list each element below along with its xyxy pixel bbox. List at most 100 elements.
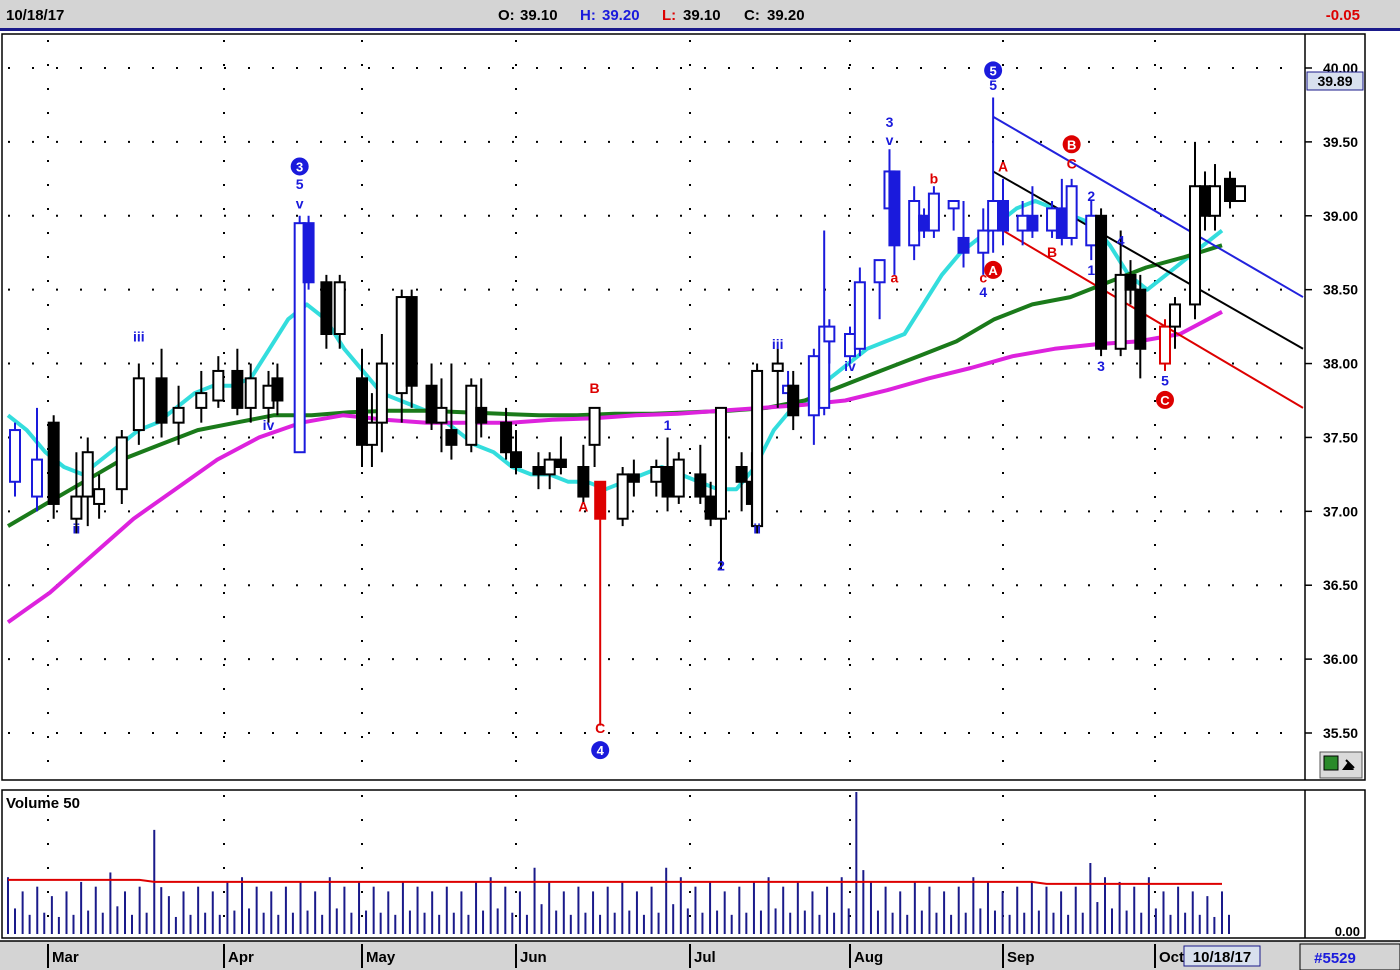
candle-body bbox=[1209, 185, 1221, 217]
wave-label: B bbox=[590, 380, 600, 396]
close-label: C: bbox=[744, 7, 760, 24]
volume-panel bbox=[1, 789, 1366, 939]
y-tick-label: 35.50 bbox=[1323, 725, 1358, 741]
y-tick-label: 36.50 bbox=[1323, 577, 1358, 593]
candle-body bbox=[405, 296, 418, 387]
month-label: Aug bbox=[854, 949, 883, 966]
wave-label: iii bbox=[772, 336, 784, 352]
wave-label: 2 bbox=[717, 557, 725, 573]
candle-body bbox=[1046, 207, 1059, 232]
header-divider bbox=[0, 28, 1400, 31]
wave-label: v bbox=[296, 195, 304, 211]
candle-body bbox=[947, 200, 960, 210]
candle-body bbox=[425, 384, 438, 424]
zoom-icon[interactable] bbox=[1319, 751, 1363, 779]
candle-body bbox=[918, 214, 931, 232]
candle-body bbox=[543, 458, 556, 476]
candle-body bbox=[1159, 325, 1171, 365]
candle-body bbox=[735, 466, 748, 483]
candle-body bbox=[927, 192, 940, 232]
y-tick-label: 38.50 bbox=[1323, 282, 1358, 298]
wave-label: b bbox=[930, 170, 939, 186]
candle-body bbox=[1016, 214, 1029, 232]
high-label: H: bbox=[580, 7, 596, 24]
wave-label: 5 bbox=[989, 77, 997, 93]
candle-body bbox=[694, 473, 707, 498]
candle-body bbox=[231, 369, 244, 409]
wave-label: 3 bbox=[1097, 358, 1105, 374]
close-value: 39.20 bbox=[767, 7, 805, 24]
candle-body bbox=[1169, 303, 1181, 328]
candle-body bbox=[627, 473, 640, 483]
wave-label: 5 bbox=[990, 63, 997, 78]
candle-body bbox=[751, 369, 764, 528]
candle-body bbox=[1224, 177, 1236, 202]
open-value: 39.10 bbox=[520, 7, 558, 24]
candle-body bbox=[1234, 185, 1246, 203]
wave-label: iii bbox=[133, 328, 145, 344]
candle-body bbox=[356, 377, 368, 446]
candle-body bbox=[333, 281, 346, 335]
wave-label: A bbox=[998, 158, 1008, 174]
month-label: Jun bbox=[520, 949, 547, 966]
candle-body bbox=[672, 458, 685, 498]
y-tick-label: 37.50 bbox=[1323, 429, 1358, 445]
candle-body bbox=[957, 236, 970, 254]
month-label: Mar bbox=[52, 949, 79, 966]
wave-label: 2 bbox=[1087, 188, 1095, 204]
candle-body bbox=[365, 421, 378, 446]
candle-body bbox=[500, 421, 513, 454]
header-date: 10/18/17 bbox=[6, 7, 64, 24]
candle-body bbox=[787, 384, 800, 417]
candle-body bbox=[1134, 288, 1147, 350]
month-label: May bbox=[366, 949, 396, 966]
high-value: 39.20 bbox=[602, 7, 640, 24]
candle-body bbox=[244, 377, 257, 409]
candle-body bbox=[172, 406, 185, 424]
wave-label: C bbox=[1160, 393, 1170, 408]
wave-label: 1 bbox=[1087, 262, 1095, 278]
month-label: Jul bbox=[694, 949, 716, 966]
candle-body bbox=[532, 466, 545, 476]
candle-body bbox=[1065, 185, 1078, 239]
wave-label: iv bbox=[844, 358, 856, 374]
current-date: 10/18/17 bbox=[1193, 949, 1251, 966]
candle-body bbox=[1124, 273, 1137, 291]
candle-body bbox=[47, 421, 60, 505]
candle-body bbox=[577, 466, 590, 498]
candle-body bbox=[271, 377, 284, 402]
candle-body bbox=[115, 436, 128, 491]
wave-label: B bbox=[1067, 137, 1076, 152]
candle-body bbox=[1095, 214, 1108, 350]
candle-body bbox=[704, 495, 717, 520]
month-label: Apr bbox=[228, 949, 254, 966]
wave-label: iv bbox=[263, 417, 275, 433]
wave-label: 3 bbox=[296, 159, 303, 174]
candle-body bbox=[987, 200, 1000, 232]
candle-body bbox=[81, 451, 94, 498]
low-value: 39.10 bbox=[683, 7, 721, 24]
wave-label: 5 bbox=[1161, 373, 1169, 389]
wave-label: a bbox=[891, 269, 899, 285]
candle-body bbox=[132, 377, 145, 432]
candle-body bbox=[475, 406, 488, 424]
wave-label: B bbox=[1047, 244, 1057, 260]
candle-body bbox=[594, 480, 607, 520]
open-label: O: bbox=[498, 7, 515, 24]
candle-body bbox=[465, 384, 478, 446]
candle-body bbox=[195, 392, 208, 409]
wave-label: 4 bbox=[597, 743, 605, 758]
month-label: Sep bbox=[1007, 949, 1035, 966]
candle-body bbox=[807, 355, 820, 417]
candle-body bbox=[155, 377, 168, 424]
candle-body bbox=[435, 406, 448, 424]
y-tick-label: 37.00 bbox=[1323, 503, 1358, 519]
month-label: Oct bbox=[1159, 949, 1184, 966]
candle-body bbox=[9, 429, 21, 483]
candle-body bbox=[1199, 185, 1211, 217]
candle-body bbox=[873, 259, 886, 284]
volume-zero-label: 0.00 bbox=[1335, 924, 1360, 939]
candle-body bbox=[853, 281, 866, 350]
wave-label: C bbox=[595, 720, 605, 736]
candle-body bbox=[844, 333, 856, 358]
